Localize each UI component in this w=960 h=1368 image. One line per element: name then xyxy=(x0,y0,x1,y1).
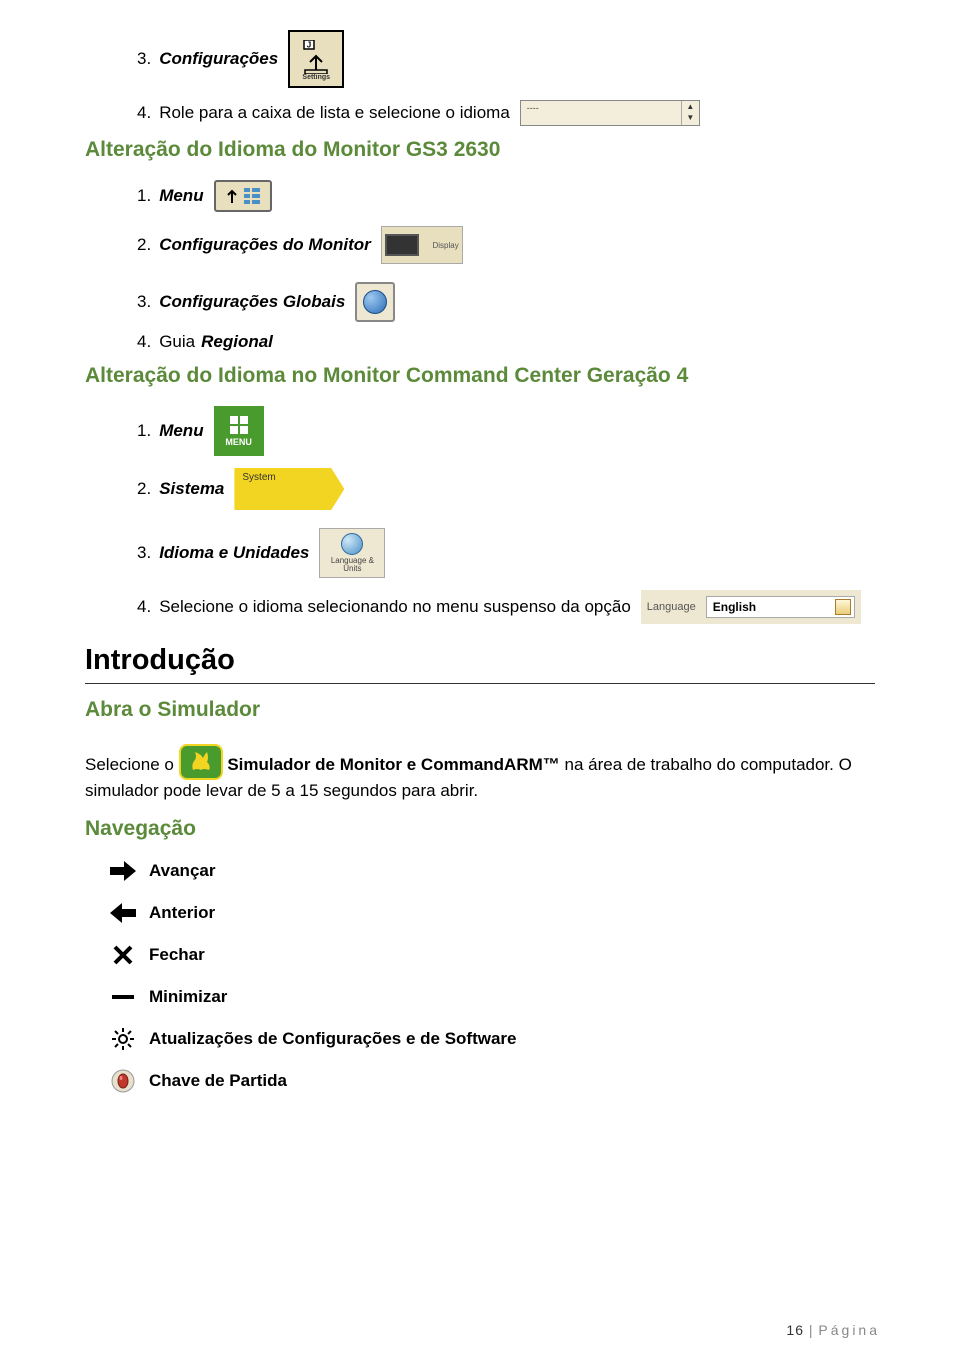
close-icon[interactable] xyxy=(109,943,137,967)
list-item-menu-gs3: 1. Menu xyxy=(137,180,875,212)
display-icon[interactable]: Display xyxy=(381,226,463,264)
minimize-icon[interactable] xyxy=(109,985,137,1009)
list-label: Menu xyxy=(159,421,203,441)
list-item-menu-gen4: 1. Menu MENU xyxy=(137,406,875,456)
list-number: 3. xyxy=(137,292,151,312)
display-icon-label: Display xyxy=(433,241,459,250)
settings-icon-label: Settings xyxy=(302,74,330,81)
list-number: 4. xyxy=(137,103,151,123)
heading-abra-simulador: Abra o Simulador xyxy=(85,698,875,722)
john-deere-logo-icon[interactable] xyxy=(179,744,223,780)
language-field-label: Language xyxy=(647,601,696,613)
list-label: Configurações xyxy=(159,49,278,69)
menu-green-label: MENU xyxy=(225,437,252,447)
nav-label: Chave de Partida xyxy=(149,1071,287,1091)
arrow-left-icon[interactable] xyxy=(109,901,137,925)
list-number: 3. xyxy=(137,543,151,563)
dropdown-placeholder: ---- xyxy=(527,103,539,113)
list-pre: Guia xyxy=(159,332,195,352)
list-item-role: 4. Role para a caixa de lista e selecion… xyxy=(137,100,875,126)
system-tab-icon[interactable]: System xyxy=(234,468,344,510)
heading-navegacao: Navegação xyxy=(85,817,875,841)
svg-text:J: J xyxy=(307,40,311,49)
list-item-config-monitor: 2. Configurações do Monitor Display xyxy=(137,226,875,264)
list-label: Configurações do Monitor xyxy=(159,235,371,255)
list-item-selecione-idioma: 4. Selecione o idioma selecionando no me… xyxy=(137,590,875,624)
settings-icon: J Settings xyxy=(288,30,344,88)
list-number: 3. xyxy=(137,49,151,69)
list-item-guia-regional: 4. Guia Regional xyxy=(137,332,875,352)
language-dropdown-icon[interactable]: ---- ▲▼ xyxy=(520,100,700,126)
sim-pre: Selecione o xyxy=(85,755,179,774)
list-label: Idioma e Unidades xyxy=(159,543,309,563)
list-number: 2. xyxy=(137,235,151,255)
list-item-config-globais: 3. Configurações Globais xyxy=(137,282,875,322)
language-units-icon[interactable]: Language & Units xyxy=(319,528,385,578)
language-dropdown-field[interactable]: Language English xyxy=(641,590,861,624)
page-footer: 16 | Página xyxy=(786,1322,880,1338)
heading-gen4: Alteração do Idioma no Monitor Command C… xyxy=(85,364,875,388)
gear-icon[interactable] xyxy=(109,1027,137,1051)
heading-gs3: Alteração do Idioma do Monitor GS3 2630 xyxy=(85,138,875,162)
divider xyxy=(85,683,875,684)
nav-label: Atualizações de Configurações e de Softw… xyxy=(149,1029,516,1049)
arrow-right-icon[interactable] xyxy=(109,859,137,883)
nav-item-updates: Atualizações de Configurações e de Softw… xyxy=(109,1027,875,1051)
list-text: Selecione o idioma selecionando no menu … xyxy=(159,597,631,617)
page-sep: | xyxy=(804,1322,818,1338)
nav-item-forward: Avançar xyxy=(109,859,875,883)
list-label: Regional xyxy=(201,332,273,352)
list-label: Configurações Globais xyxy=(159,292,345,312)
nav-item-key: Chave de Partida xyxy=(109,1069,875,1093)
list-label: Menu xyxy=(159,186,203,206)
heading-introducao: Introdução xyxy=(85,644,875,677)
page-number: 16 xyxy=(786,1322,804,1338)
ignition-key-icon[interactable] xyxy=(109,1069,137,1093)
system-icon-label: System xyxy=(242,472,275,483)
nav-label: Minimizar xyxy=(149,987,227,1007)
nav-item-minimize: Minimizar xyxy=(109,985,875,1009)
globe-icon[interactable] xyxy=(355,282,395,322)
langunits-line2: Units xyxy=(343,565,361,573)
list-number: 1. xyxy=(137,421,151,441)
simulator-paragraph: Selecione o Simulador de Monitor e Comma… xyxy=(85,740,875,803)
nav-item-close: Fechar xyxy=(109,943,875,967)
list-label: Sistema xyxy=(159,479,224,499)
dropdown-arrow-icon[interactable] xyxy=(835,599,851,615)
spinner-icon[interactable]: ▲▼ xyxy=(681,101,699,125)
sim-bold: Simulador de Monitor e CommandARM™ xyxy=(227,755,559,774)
nav-label: Avançar xyxy=(149,861,215,881)
list-item-configuracoes: 3. Configurações J Settings xyxy=(137,30,875,88)
language-field-value: English xyxy=(713,600,756,614)
menu-green-icon[interactable]: MENU xyxy=(214,406,264,456)
list-number: 4. xyxy=(137,597,151,617)
nav-label: Anterior xyxy=(149,903,215,923)
list-text: Role para a caixa de lista e selecione o… xyxy=(159,103,510,123)
list-number: 4. xyxy=(137,332,151,352)
nav-item-back: Anterior xyxy=(109,901,875,925)
page-text: Página xyxy=(818,1322,880,1338)
list-item-idioma-unidades: 3. Idioma e Unidades Language & Units xyxy=(137,528,875,578)
list-number: 1. xyxy=(137,186,151,206)
list-item-sistema: 2. Sistema System xyxy=(137,468,875,510)
menu-icon[interactable] xyxy=(214,180,272,212)
nav-label: Fechar xyxy=(149,945,205,965)
list-number: 2. xyxy=(137,479,151,499)
